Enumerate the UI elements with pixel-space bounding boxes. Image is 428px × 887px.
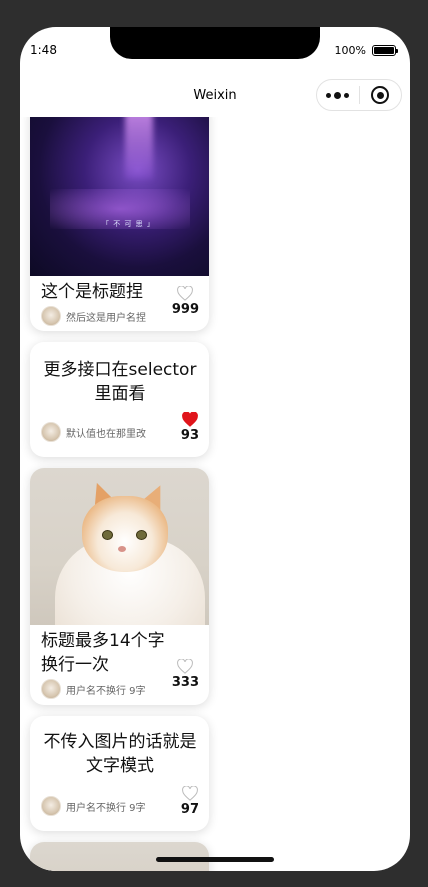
avatar: [41, 306, 61, 326]
card-2[interactable]: 更多接口在selector里面看 默认值也在那里改 93: [30, 342, 209, 457]
navigation-bar: Weixin: [20, 75, 410, 117]
battery-icon: [372, 45, 398, 56]
heart-filled-icon: [182, 412, 198, 427]
card-image: [30, 468, 209, 625]
card-1[interactable]: 「 不 可 思 」 这个是标题捏 然后这是用户名捏 999: [30, 99, 209, 331]
image-caption: 「 不 可 思 」: [102, 220, 155, 228]
battery-percent: 100%: [334, 44, 366, 57]
notch: [110, 27, 320, 59]
card-title: 这个是标题捏: [41, 282, 143, 302]
like-button[interactable]: 97: [181, 786, 199, 817]
miniprogram-capsule: [316, 79, 402, 111]
like-count: 333: [171, 675, 199, 690]
phone-screen: 「 不 可 思 」 这个是标题捏 然后这是用户名捏 999 更多接口在selec…: [20, 27, 410, 871]
like-button[interactable]: 333: [172, 659, 199, 690]
username: 用户名不换行 9字: [66, 802, 146, 814]
like-count: 93: [180, 428, 199, 443]
card-title: 更多接口在selector里面看: [43, 360, 197, 404]
status-time: 1:48: [30, 43, 57, 57]
target-icon: [371, 86, 390, 104]
card-4[interactable]: 不传入图片的话就是文字模式 用户名不换行 9字 97: [30, 716, 209, 831]
avatar: [41, 679, 61, 699]
card-body: 不传入图片的话就是文字模式 用户名不换行 9字 97: [30, 716, 209, 824]
more-button[interactable]: [317, 91, 359, 99]
avatar: [41, 796, 61, 816]
like-count: 97: [180, 802, 199, 817]
like-count: 999: [171, 302, 199, 317]
like-button[interactable]: 999: [172, 286, 199, 317]
heart-outline-icon: [182, 786, 198, 801]
username: 用户名不换行 9字: [66, 685, 146, 697]
heart-outline-icon: [177, 659, 194, 674]
card-image: 「 不 可 思 」: [30, 99, 209, 276]
status-indicators: 100%: [334, 44, 398, 57]
card-meta: 默认值也在那里改: [41, 422, 199, 442]
more-icon: [326, 92, 332, 98]
heart-outline-icon: [177, 286, 194, 301]
close-miniprogram-button[interactable]: [360, 86, 402, 104]
more-icon-dot: [334, 91, 342, 99]
card-body: 更多接口在selector里面看 默认值也在那里改 93: [30, 342, 209, 450]
username: 然后这是用户名捏: [66, 312, 146, 324]
card-body: 这个是标题捏 然后这是用户名捏 999: [30, 276, 209, 331]
card-title: 不传入图片的话就是文字模式: [43, 732, 197, 776]
waterfall-feed[interactable]: 「 不 可 思 」 这个是标题捏 然后这是用户名捏 999 更多接口在selec…: [20, 27, 410, 871]
username: 默认值也在那里改: [66, 428, 146, 440]
home-indicator[interactable]: [156, 857, 274, 862]
card-title: 标题最多14个字换行一次: [41, 631, 165, 675]
avatar: [41, 422, 61, 442]
card-body: 标题最多14个字换行一次 用户名不换行 9字 333: [30, 625, 209, 705]
like-button[interactable]: 93: [181, 412, 199, 443]
more-icon-dot: [344, 92, 350, 98]
card-meta: 用户名不换行 9字: [41, 796, 199, 816]
card-3[interactable]: 标题最多14个字换行一次 用户名不换行 9字 333: [30, 468, 209, 705]
